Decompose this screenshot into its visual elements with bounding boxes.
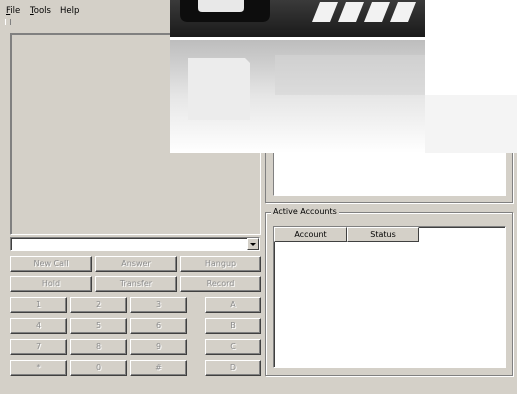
menu-file[interactable]: File	[6, 6, 20, 16]
dialpad-key-3[interactable]: 3	[130, 297, 187, 313]
dialpad-key-hash[interactable]: #	[130, 360, 187, 376]
new-call-button[interactable]: New Call	[10, 256, 92, 272]
dialpad-key-star[interactable]: *	[10, 360, 67, 376]
dialpad-key-5[interactable]: 5	[70, 318, 127, 334]
device-photo-graphic	[170, 0, 517, 153]
dialpad-key-9[interactable]: 9	[130, 339, 187, 355]
dialpad-key-4[interactable]: 4	[10, 318, 67, 334]
dialpad-key-8[interactable]: 8	[70, 339, 127, 355]
dialpad-key-7[interactable]: 7	[10, 339, 67, 355]
dialpad-key-d[interactable]: D	[205, 360, 261, 376]
column-header-status[interactable]: Status	[347, 227, 419, 242]
upper-list-area	[273, 150, 506, 196]
record-button[interactable]: Record	[180, 276, 261, 292]
hold-button[interactable]: Hold	[10, 276, 92, 292]
dial-number-combobox[interactable]	[10, 237, 260, 251]
dialpad-key-1[interactable]: 1	[10, 297, 67, 313]
dialpad-key-c[interactable]: C	[205, 339, 261, 355]
dialpad-key-2[interactable]: 2	[70, 297, 127, 313]
dialpad-key-a[interactable]: A	[205, 297, 261, 313]
accounts-table[interactable]: Account Status	[273, 226, 506, 368]
dialpad-key-0[interactable]: 0	[70, 360, 127, 376]
answer-button[interactable]: Answer	[95, 256, 177, 272]
menu-tools[interactable]: Tools	[30, 6, 51, 16]
toolbar-grip-handle[interactable]	[5, 19, 11, 25]
dialpad-key-6[interactable]: 6	[130, 318, 187, 334]
chevron-down-icon[interactable]	[247, 238, 259, 250]
column-header-account[interactable]: Account	[274, 227, 347, 242]
hangup-button[interactable]: Hangup	[180, 256, 261, 272]
overlapping-device-photo	[170, 0, 517, 153]
active-accounts-title: Active Accounts	[271, 207, 339, 217]
menu-help[interactable]: Help	[60, 6, 79, 16]
transfer-button[interactable]: Transfer	[95, 276, 177, 292]
dialpad-key-b[interactable]: B	[205, 318, 261, 334]
